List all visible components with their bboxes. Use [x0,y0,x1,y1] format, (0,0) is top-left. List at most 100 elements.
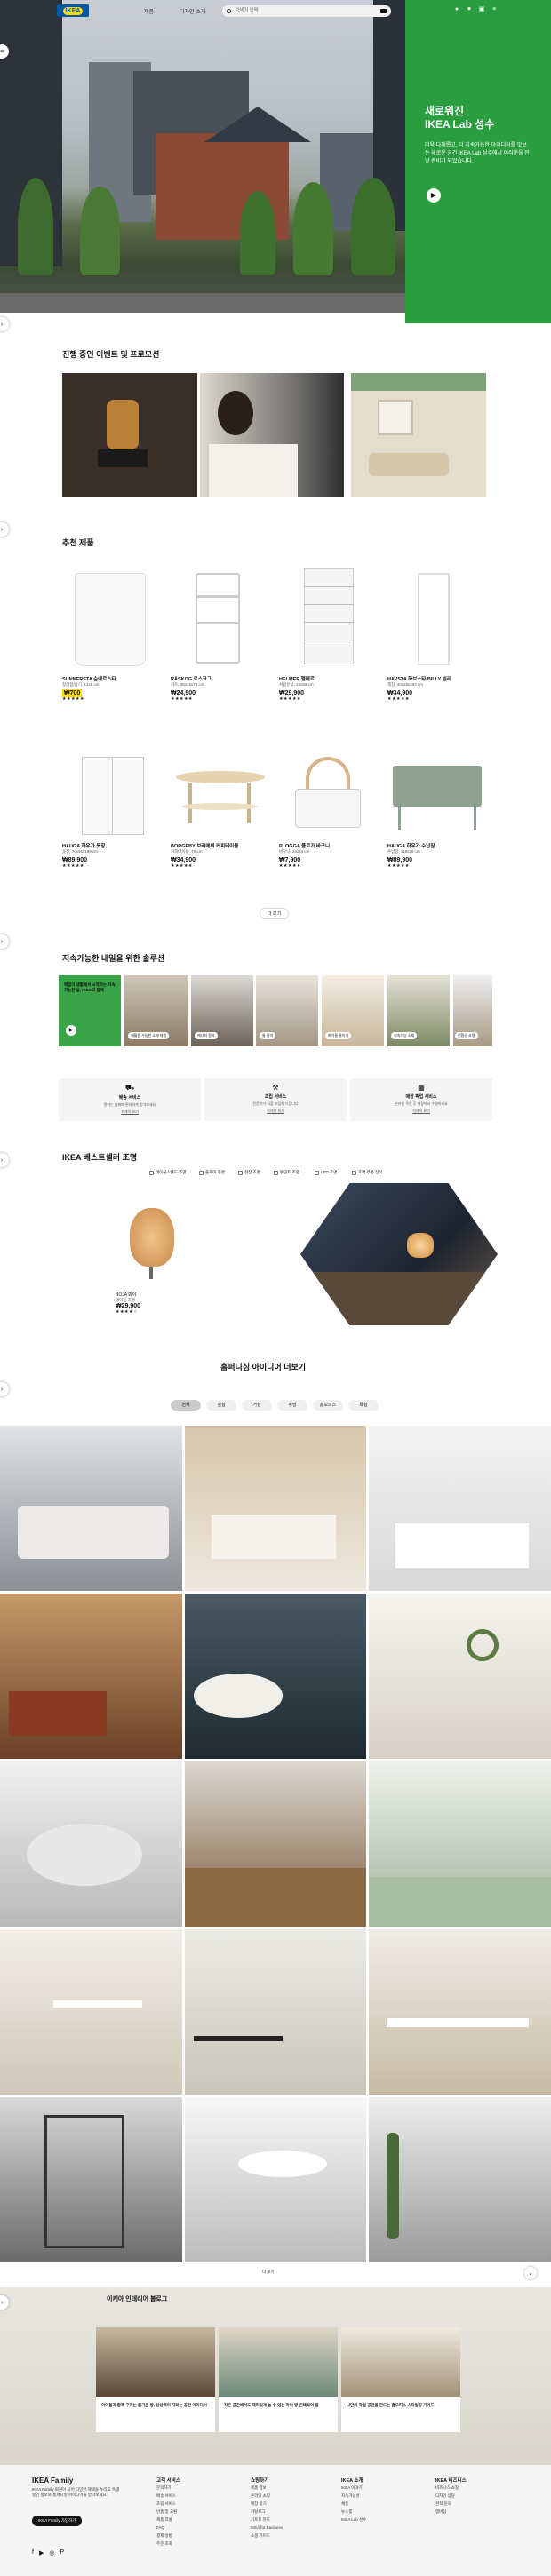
footer-link[interactable]: 견적 문의 [435,2500,467,2508]
idea-photo[interactable] [0,1929,182,2095]
instagram-icon[interactable]: ◎ [49,2549,54,2556]
sustain-tile[interactable]: 에너지 절약 [191,975,253,1046]
footer-link[interactable]: 제품 리콜 [156,2516,180,2524]
footer-link[interactable]: 결제 방법 [156,2532,180,2540]
footer-link[interactable]: 온라인 쇼핑 [251,2492,283,2500]
blog-card[interactable]: 작은 공간에서도 재미있게 놀 수 있는 아이 방 인테리어 팁 [219,2327,338,2432]
idea-chip[interactable]: 거실 [242,1400,272,1411]
footer-link[interactable]: 매장 찾기 [251,2500,283,2508]
hero-play-button[interactable]: ▶ [427,188,441,203]
blog-card[interactable]: 나만의 작업 공간을 만드는 홈오피스 스타일링 가이드 [341,2327,460,2432]
product-card[interactable]: BORGEBY 보리에뷔 커피테이블 커피테이블, 70 cm ₩34,900 … [171,753,268,869]
product-card[interactable]: RÅSKOG 로스코그 카트, 35x45x78 cm ₩24,900 ★★★★… [171,568,268,702]
sustain-tile[interactable]: 폐기물 줄이기 [322,975,384,1046]
footer-link[interactable]: 배송 서비스 [156,2492,180,2500]
idea-chip[interactable]: 주방 [277,1400,307,1411]
section-nav-button[interactable]: › [0,1153,9,1167]
sustain-tile[interactable]: 물 절약 [256,975,318,1046]
youtube-icon[interactable]: ▶ [39,2549,44,2556]
filter-checkbox[interactable]: 조명 부품 장식 [352,1170,382,1175]
search-input[interactable]: 검색어 입력 [222,5,391,17]
promo-card-lamp[interactable] [62,373,197,497]
sustain-tile[interactable]: 지속가능 소재 [387,975,450,1046]
footer-link[interactable]: IKEA for Business [251,2524,283,2532]
scroll-down-button[interactable]: ⌄ [524,2267,537,2279]
section-nav-button[interactable]: › [0,934,9,949]
idea-photo[interactable] [0,1426,182,1591]
footer-link[interactable]: 조립 서비스 [156,2500,180,2508]
footer-link[interactable]: 카탈로그 [251,2508,283,2516]
nav-design[interactable]: 디자인 소개 [180,7,205,15]
idea-photo[interactable] [185,1761,366,1927]
promo-card-person[interactable] [200,373,344,497]
footer-link[interactable]: IKEA 이야기 [341,2484,366,2492]
service-link[interactable]: 자세히 보기 [204,1109,347,1114]
service-link[interactable]: 자세히 보기 [350,1109,492,1114]
service-card[interactable]: ▦ 매장 픽업 서비스 온라인 주문 후 매장에서 수령하세요 자세히 보기 [350,1078,492,1121]
family-join-button[interactable]: IKEA Family 가입하기 [32,2516,83,2526]
filter-checkbox[interactable]: 천장 조명 [238,1170,260,1175]
user-icon[interactable]: ● [453,6,460,13]
footer-link[interactable]: 반품 및 교환 [156,2508,180,2516]
product-card[interactable]: HAUGA 하우가 수납장 수납장, 118x39 cm ₩89,900 ★★★… [387,753,485,869]
footer-link[interactable]: 기프트 카드 [251,2516,283,2524]
products-more-button[interactable]: 더 보기 [260,908,290,919]
idea-photo[interactable] [369,1426,551,1591]
idea-photo[interactable] [185,2097,366,2262]
idea-photo[interactable] [369,2097,551,2262]
filter-checkbox[interactable]: 펜던트 조명 [274,1170,299,1175]
footer-link[interactable]: 문의하기 [156,2484,180,2492]
product-card[interactable]: HAUGA 하우가 옷장 옷장, 70x55x199 cm ₩89,900 ★★… [62,753,160,869]
sustain-green-tile[interactable]: 매일의 생활에서 시작하는 지속가능한 삶, IKEA와 함께 ▶ [59,975,121,1046]
idea-photo[interactable] [0,2097,182,2262]
product-card[interactable]: HELMER 헬메르 서랍유닛, 28x69 cm ₩29,900 ★★★★★ [279,568,377,702]
sustain-tile[interactable]: 친환경 조명 [453,975,492,1046]
product-card[interactable]: SUNNERSTA 순네르스타 정리함/용기, 12x8 cm ₩700 ★★★… [62,568,160,702]
product-card[interactable]: HAVSTA 하브스타/BILLY 빌리 책장, 40x28x202 cm ₩3… [387,568,485,702]
service-link[interactable]: 자세히 보기 [59,1109,201,1115]
footer-link[interactable]: IKEA Lab 성수 [341,2516,366,2524]
ikea-logo[interactable]: IKEA [57,4,89,17]
idea-photo[interactable] [369,1594,551,1759]
ideas-more-button[interactable]: 더 보기 [262,2270,275,2275]
idea-chip[interactable]: 홈오피스 [313,1400,343,1411]
service-card[interactable]: ⚒ 조립 서비스 전문가가 직접 조립해 드립니다 자세히 보기 [204,1078,347,1121]
service-card[interactable]: ⛟ 배송 서비스 원하는 날짜에 편리하게 받아보세요 자세히 보기 [59,1078,201,1121]
footer-link[interactable]: FAQ [156,2524,180,2532]
idea-photo[interactable] [185,1929,366,2095]
pinterest-icon[interactable]: P [60,2549,64,2556]
idea-photo[interactable] [369,1929,551,2095]
camera-icon[interactable] [380,9,387,13]
footer-link[interactable]: 쇼핑 가이드 [251,2532,283,2540]
idea-photo[interactable] [0,1594,182,1759]
section-nav-button[interactable]: › [0,317,9,331]
footer-link[interactable]: 지속가능성 [341,2492,366,2500]
idea-chip[interactable]: 욕실 [348,1400,379,1411]
blog-card[interactable]: 아이들과 함께 꾸미는 즐거운 방, 상상력이 자라는 공간 아이디어 [96,2327,215,2432]
footer-link[interactable]: 제품 정보 [251,2484,283,2492]
section-nav-button[interactable]: › [0,1382,9,1396]
idea-photo[interactable] [0,1761,182,1927]
filter-checkbox[interactable]: 테이블스탠드 조명 [149,1170,186,1175]
section-nav-button[interactable]: › [0,522,9,537]
facebook-icon[interactable]: f [32,2549,34,2556]
idea-chip-all[interactable]: 전체 [171,1400,201,1411]
idea-photo[interactable] [369,1761,551,1927]
idea-photo[interactable] [185,1426,366,1591]
footer-link[interactable]: 채용 [341,2500,366,2508]
idea-photo[interactable] [185,1594,366,1759]
filter-checkbox[interactable]: LED 조명 [315,1170,337,1175]
footer-link[interactable]: 디자인 상담 [435,2492,467,2500]
filter-checkbox[interactable]: 플로어 조명 [199,1170,225,1175]
nav-products[interactable]: 제품 [144,7,154,15]
bestseller-hex-image[interactable] [300,1183,498,1325]
heart-icon[interactable]: ♥ [466,6,473,13]
play-icon[interactable]: ▶ [66,1025,76,1036]
footer-link[interactable]: 뉴스룸 [341,2508,366,2516]
menu-icon[interactable]: ≡ [491,6,498,13]
footer-link[interactable]: 비즈니스 쇼핑 [435,2484,467,2492]
product-card[interactable]: PLOGGA 플로가 바구니 바구니, 24x24 cm ₩7,900 ★★★★… [279,753,377,869]
footer-link[interactable]: 주문 조회 [156,2540,180,2548]
bestseller-product[interactable]: BÖJA 뵈야 테이블 조명 ₩29,900 ★★★★☆ [116,1190,187,1315]
promo-card-livingroom[interactable] [351,373,486,497]
